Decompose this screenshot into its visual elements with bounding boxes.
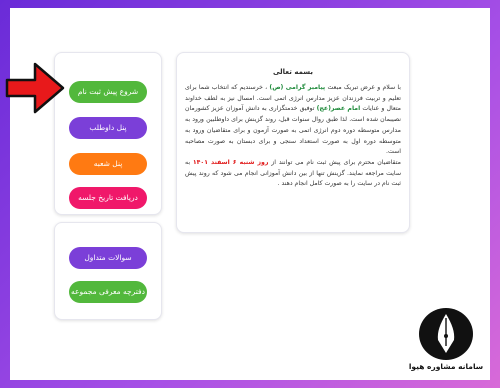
announcement-text: توفیق خدمتگزاری به دانش آموزان عزیز کشور… xyxy=(185,105,401,156)
pen-nib-icon xyxy=(419,308,473,360)
get-session-date-button[interactable]: دریافت تاریخ جلسه xyxy=(69,187,147,209)
brochure-button[interactable]: دفترچه معرفی مجموعه xyxy=(69,281,147,303)
announcement-text: با سلام و عرض تبریک مبعث xyxy=(325,84,401,91)
announcement-text: متقاضیان محترم برای پیش ثبت نام می توانن… xyxy=(268,158,401,166)
actions-card: شروع پیش ثبت نام پنل داوطلب پنل شعبه دری… xyxy=(54,52,162,215)
announcement-card: بسمه تعالی با سلام و عرض تبریک مبعث پیام… xyxy=(176,52,410,233)
applicant-panel-button[interactable]: پنل داوطلب xyxy=(69,117,147,139)
pointer-arrow-icon xyxy=(5,62,65,114)
announcement-title: بسمه تعالی xyxy=(272,68,314,76)
logo-text: سامانه مشاوره هیوا xyxy=(408,362,484,371)
branch-panel-button[interactable]: پنل شعبه xyxy=(69,153,147,175)
start-preregistration-button[interactable]: شروع پیش ثبت نام xyxy=(69,81,147,103)
resources-card: سوالات متداول دفترچه معرفی مجموعه xyxy=(54,222,162,320)
hiva-logo: سامانه مشاوره هیوا xyxy=(408,306,484,378)
date-highlight: روز شنبه ۶ اسفند ۱۴۰۱ xyxy=(192,158,269,166)
faq-button[interactable]: سوالات متداول xyxy=(69,247,147,269)
prophet-highlight: پیامبر گرامی (ص) xyxy=(269,84,326,91)
imam-highlight: امام عصر(عج) xyxy=(316,105,361,113)
announcement-body: با سلام و عرض تبریک مبعث پیامبر گرامی (ص… xyxy=(185,83,401,190)
